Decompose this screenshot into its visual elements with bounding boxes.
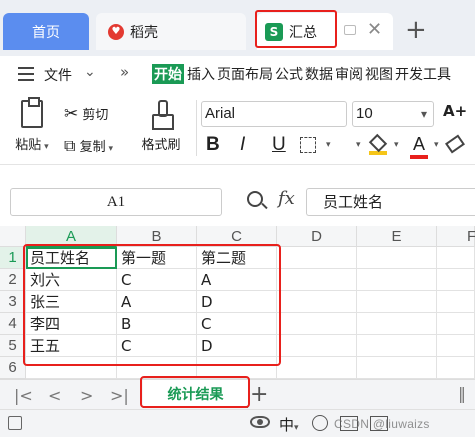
ribbon-tab-view[interactable]: 视图 <box>365 64 393 84</box>
highlight-box-tab <box>255 10 337 48</box>
ribbon-divider <box>196 100 197 156</box>
cell-f2[interactable] <box>437 269 475 291</box>
cell-d2[interactable] <box>277 269 357 291</box>
font-size-value: 10 <box>356 105 373 122</box>
cell-f4[interactable] <box>437 313 475 335</box>
add-sheet-button[interactable]: + <box>250 382 268 407</box>
cell-e5[interactable] <box>357 335 437 357</box>
zoom-icon[interactable] <box>247 191 263 207</box>
cell-e2[interactable] <box>357 269 437 291</box>
format-painter-label: 格式刷 <box>141 138 181 153</box>
scrollbar-handle[interactable]: ‖ <box>458 384 466 403</box>
fill-color-button[interactable] <box>368 133 388 155</box>
ribbon-tab-insert[interactable]: 插入 <box>187 64 215 84</box>
cut-button[interactable]: ✂ 剪切 <box>64 104 108 124</box>
ribbon-tab-data[interactable]: 数据 <box>305 64 333 84</box>
next-sheet-icon[interactable]: > <box>80 386 93 405</box>
column-header[interactable]: D <box>277 226 357 247</box>
cell-e1[interactable] <box>357 247 437 269</box>
smiley-icon[interactable] <box>312 415 328 431</box>
formula-bar: A1 fx 员工姓名 <box>0 164 475 222</box>
cell-f6[interactable] <box>437 357 475 379</box>
last-sheet-icon[interactable]: >| <box>110 386 129 405</box>
prev-sheet-icon[interactable]: < <box>48 386 61 405</box>
window-float-icon[interactable] <box>344 25 356 35</box>
highlight-box-sheet <box>140 376 250 408</box>
hamburger-menu-icon[interactable] <box>18 67 34 85</box>
font-color-button[interactable]: A <box>410 134 428 159</box>
highlight-box-data <box>23 244 281 366</box>
borders-icon[interactable] <box>300 137 316 153</box>
tab-daoke-label: 稻壳 <box>130 24 158 41</box>
ribbon-tab-page-layout[interactable]: 页面布局 <box>217 64 273 84</box>
first-sheet-icon[interactable]: |< <box>14 386 33 405</box>
bold-button[interactable]: B <box>206 134 220 156</box>
font-size-select[interactable]: 10 ▾ <box>352 101 434 127</box>
chevron-down-icon[interactable]: ▾ <box>421 102 427 126</box>
tab-home-label: 首页 <box>32 24 60 41</box>
column-header[interactable]: E <box>357 226 437 247</box>
paste-label: 粘贴 <box>15 138 42 153</box>
paint-bucket-icon <box>368 133 388 153</box>
paintbrush-icon <box>152 100 174 130</box>
cell-e3[interactable] <box>357 291 437 313</box>
input-method-indicator[interactable]: 中▾ <box>279 414 299 435</box>
ribbon-tab-formula[interactable]: 公式 <box>275 64 303 84</box>
close-tab-icon[interactable]: ✕ <box>367 21 382 39</box>
status-icon[interactable] <box>8 416 22 430</box>
scissors-icon: ✂ <box>64 104 79 124</box>
window-tab-bar: 首页 ♥ 稻壳 S 汇总 ✕ + <box>0 0 475 56</box>
ribbon-tabs: 开始 插入 页面布局 公式 数据 审阅 视图 开发工具 <box>152 64 453 84</box>
eye-icon[interactable] <box>250 416 270 428</box>
copy-button[interactable]: ⧉ 复制 ▾ <box>64 136 113 156</box>
menu-file[interactable]: 文件 <box>44 65 72 85</box>
name-box[interactable]: A1 <box>10 188 222 216</box>
formula-input[interactable]: 员工姓名 <box>306 188 475 216</box>
chevron-down-icon[interactable]: ⌄ <box>84 64 96 80</box>
function-icon[interactable]: fx <box>278 188 295 209</box>
ribbon-tab-review[interactable]: 审阅 <box>335 64 363 84</box>
ribbon-tab-start[interactable]: 开始 <box>152 64 184 84</box>
clipboard-icon <box>21 97 43 128</box>
italic-button[interactable]: I <box>240 134 245 156</box>
paste-button[interactable]: 粘贴 ▾ <box>12 97 52 153</box>
watermark: CSDN @liuwaizs <box>334 417 430 431</box>
copy-icon: ⧉ <box>64 136 76 155</box>
cell-d5[interactable] <box>277 335 357 357</box>
cell-d6[interactable] <box>277 357 357 379</box>
column-header[interactable]: F <box>437 226 475 247</box>
cell-f1[interactable] <box>437 247 475 269</box>
increase-font-size-button[interactable]: A+ <box>443 102 467 120</box>
chevron-down-icon[interactable]: ▾ <box>434 140 439 150</box>
copy-label: 复制 <box>79 140 106 155</box>
eraser-icon[interactable] <box>445 134 465 154</box>
cell-d4[interactable] <box>277 313 357 335</box>
daoke-logo-icon: ♥ <box>108 23 124 40</box>
chevron-down-icon[interactable]: ▾ <box>394 140 399 150</box>
cell-f3[interactable] <box>437 291 475 313</box>
new-tab-button[interactable]: + <box>405 17 427 43</box>
cell-d3[interactable] <box>277 291 357 313</box>
font-family-select[interactable]: Arial <box>201 101 347 127</box>
chevron-down-icon[interactable]: ▾ <box>326 140 331 150</box>
ime-label: 中 <box>279 416 295 434</box>
cell-e4[interactable] <box>357 313 437 335</box>
menu-bar: 文件 ⌄ » 开始 插入 页面布局 公式 数据 审阅 视图 开发工具 <box>0 56 475 92</box>
ribbon-tab-developer[interactable]: 开发工具 <box>395 64 451 84</box>
cell-f5[interactable] <box>437 335 475 357</box>
chevron-down-icon[interactable]: ▾ <box>356 140 361 150</box>
cell-e6[interactable] <box>357 357 437 379</box>
underline-button[interactable]: U <box>272 134 286 156</box>
cell-d1[interactable] <box>277 247 357 269</box>
format-painter-button[interactable]: 格式刷 <box>137 100 185 153</box>
status-bar: 中▾ CSDN @liuwaizs <box>0 409 475 437</box>
cut-label: 剪切 <box>82 108 109 123</box>
tab-home[interactable]: 首页 <box>3 13 89 50</box>
menu-expand-icon[interactable]: » <box>120 63 129 81</box>
tab-daoke[interactable]: ♥ 稻壳 <box>96 13 246 50</box>
select-all-corner[interactable] <box>0 226 26 247</box>
font-color-glyph: A <box>412 134 425 154</box>
ribbon-toolbar: 粘贴 ▾ ✂ 剪切 ⧉ 复制 ▾ 格式刷 Arial 10 ▾ A+ B I U… <box>0 92 475 164</box>
